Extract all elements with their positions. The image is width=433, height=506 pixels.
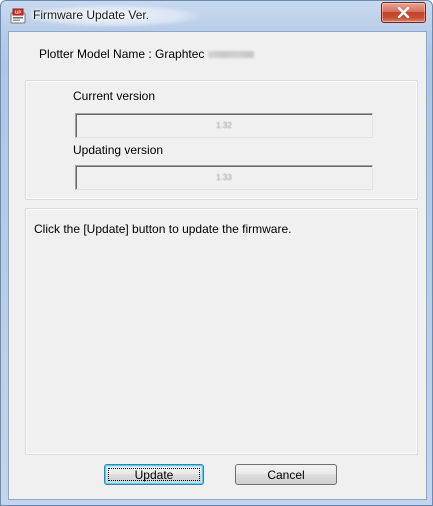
version-group: Current version 1.32 Updating version 1.… [25,80,418,200]
window-title: Firmware Update Ver. [33,8,150,22]
updating-version-field: 1.33 [75,165,373,190]
update-button[interactable]: Update [104,464,204,485]
close-button[interactable] [381,2,426,23]
instruction-message: Click the [Update] button to update the … [34,222,292,236]
update-button-label: Update [134,468,174,482]
message-panel: Click the [Update] button to update the … [25,208,418,455]
updating-version-label: Updating version [73,143,164,157]
plotter-model-row: Plotter Model Name : Graphtec [39,47,255,61]
current-version-value: 1.32 [216,121,232,130]
firmware-update-window: UP Firmware Update Ver. Plotter Model Na… [0,0,433,506]
dialog-client-area: Plotter Model Name : Graphtec Current ve… [8,31,427,500]
title-bar[interactable]: UP Firmware Update Ver. [1,1,432,31]
cancel-button[interactable]: Cancel [235,464,337,485]
updating-version-value: 1.33 [216,173,232,182]
current-version-label: Current version [73,89,156,103]
firmware-update-app-icon: UP [10,8,26,24]
svg-text:UP: UP [15,10,21,16]
plotter-model-label: Plotter Model Name : Graphtec [39,47,205,61]
cancel-button-label: Cancel [267,468,305,482]
redacted-model-number [208,51,255,59]
close-icon [397,7,410,18]
current-version-field: 1.32 [75,113,373,138]
